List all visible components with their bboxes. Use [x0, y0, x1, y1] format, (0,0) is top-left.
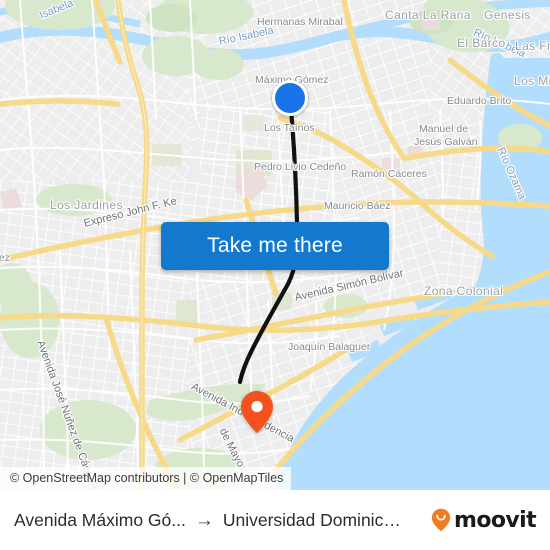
- map-attribution[interactable]: © OpenStreetMap contributors | © OpenMap…: [0, 467, 292, 490]
- moovit-pin-icon: [431, 508, 451, 532]
- map-pin-icon: [241, 391, 273, 433]
- route-origin-label: Avenida Máximo Gó...: [14, 509, 186, 530]
- arrow-right-icon: →: [194, 509, 214, 531]
- trip-footer-bar: Avenida Máximo Gó... → Universidad Domin…: [0, 490, 550, 550]
- route-destination-label: Universidad Dominico Am...: [222, 509, 405, 530]
- map-canvas[interactable]: Isabela Hermanas Mirabal Canta La Rana Gene…: [0, 0, 550, 490]
- origin-marker[interactable]: [272, 80, 308, 116]
- route-summary: Avenida Máximo Gó... → Universidad Domin…: [14, 510, 431, 531]
- moovit-logo[interactable]: moovit: [431, 507, 537, 533]
- moovit-wordmark: moovit: [454, 507, 537, 533]
- take-me-there-button[interactable]: Take me there: [161, 222, 389, 270]
- moovit-trip-map-screen: Isabela Hermanas Mirabal Canta La Rana Gene…: [0, 0, 550, 550]
- take-me-there-label: Take me there: [207, 234, 343, 257]
